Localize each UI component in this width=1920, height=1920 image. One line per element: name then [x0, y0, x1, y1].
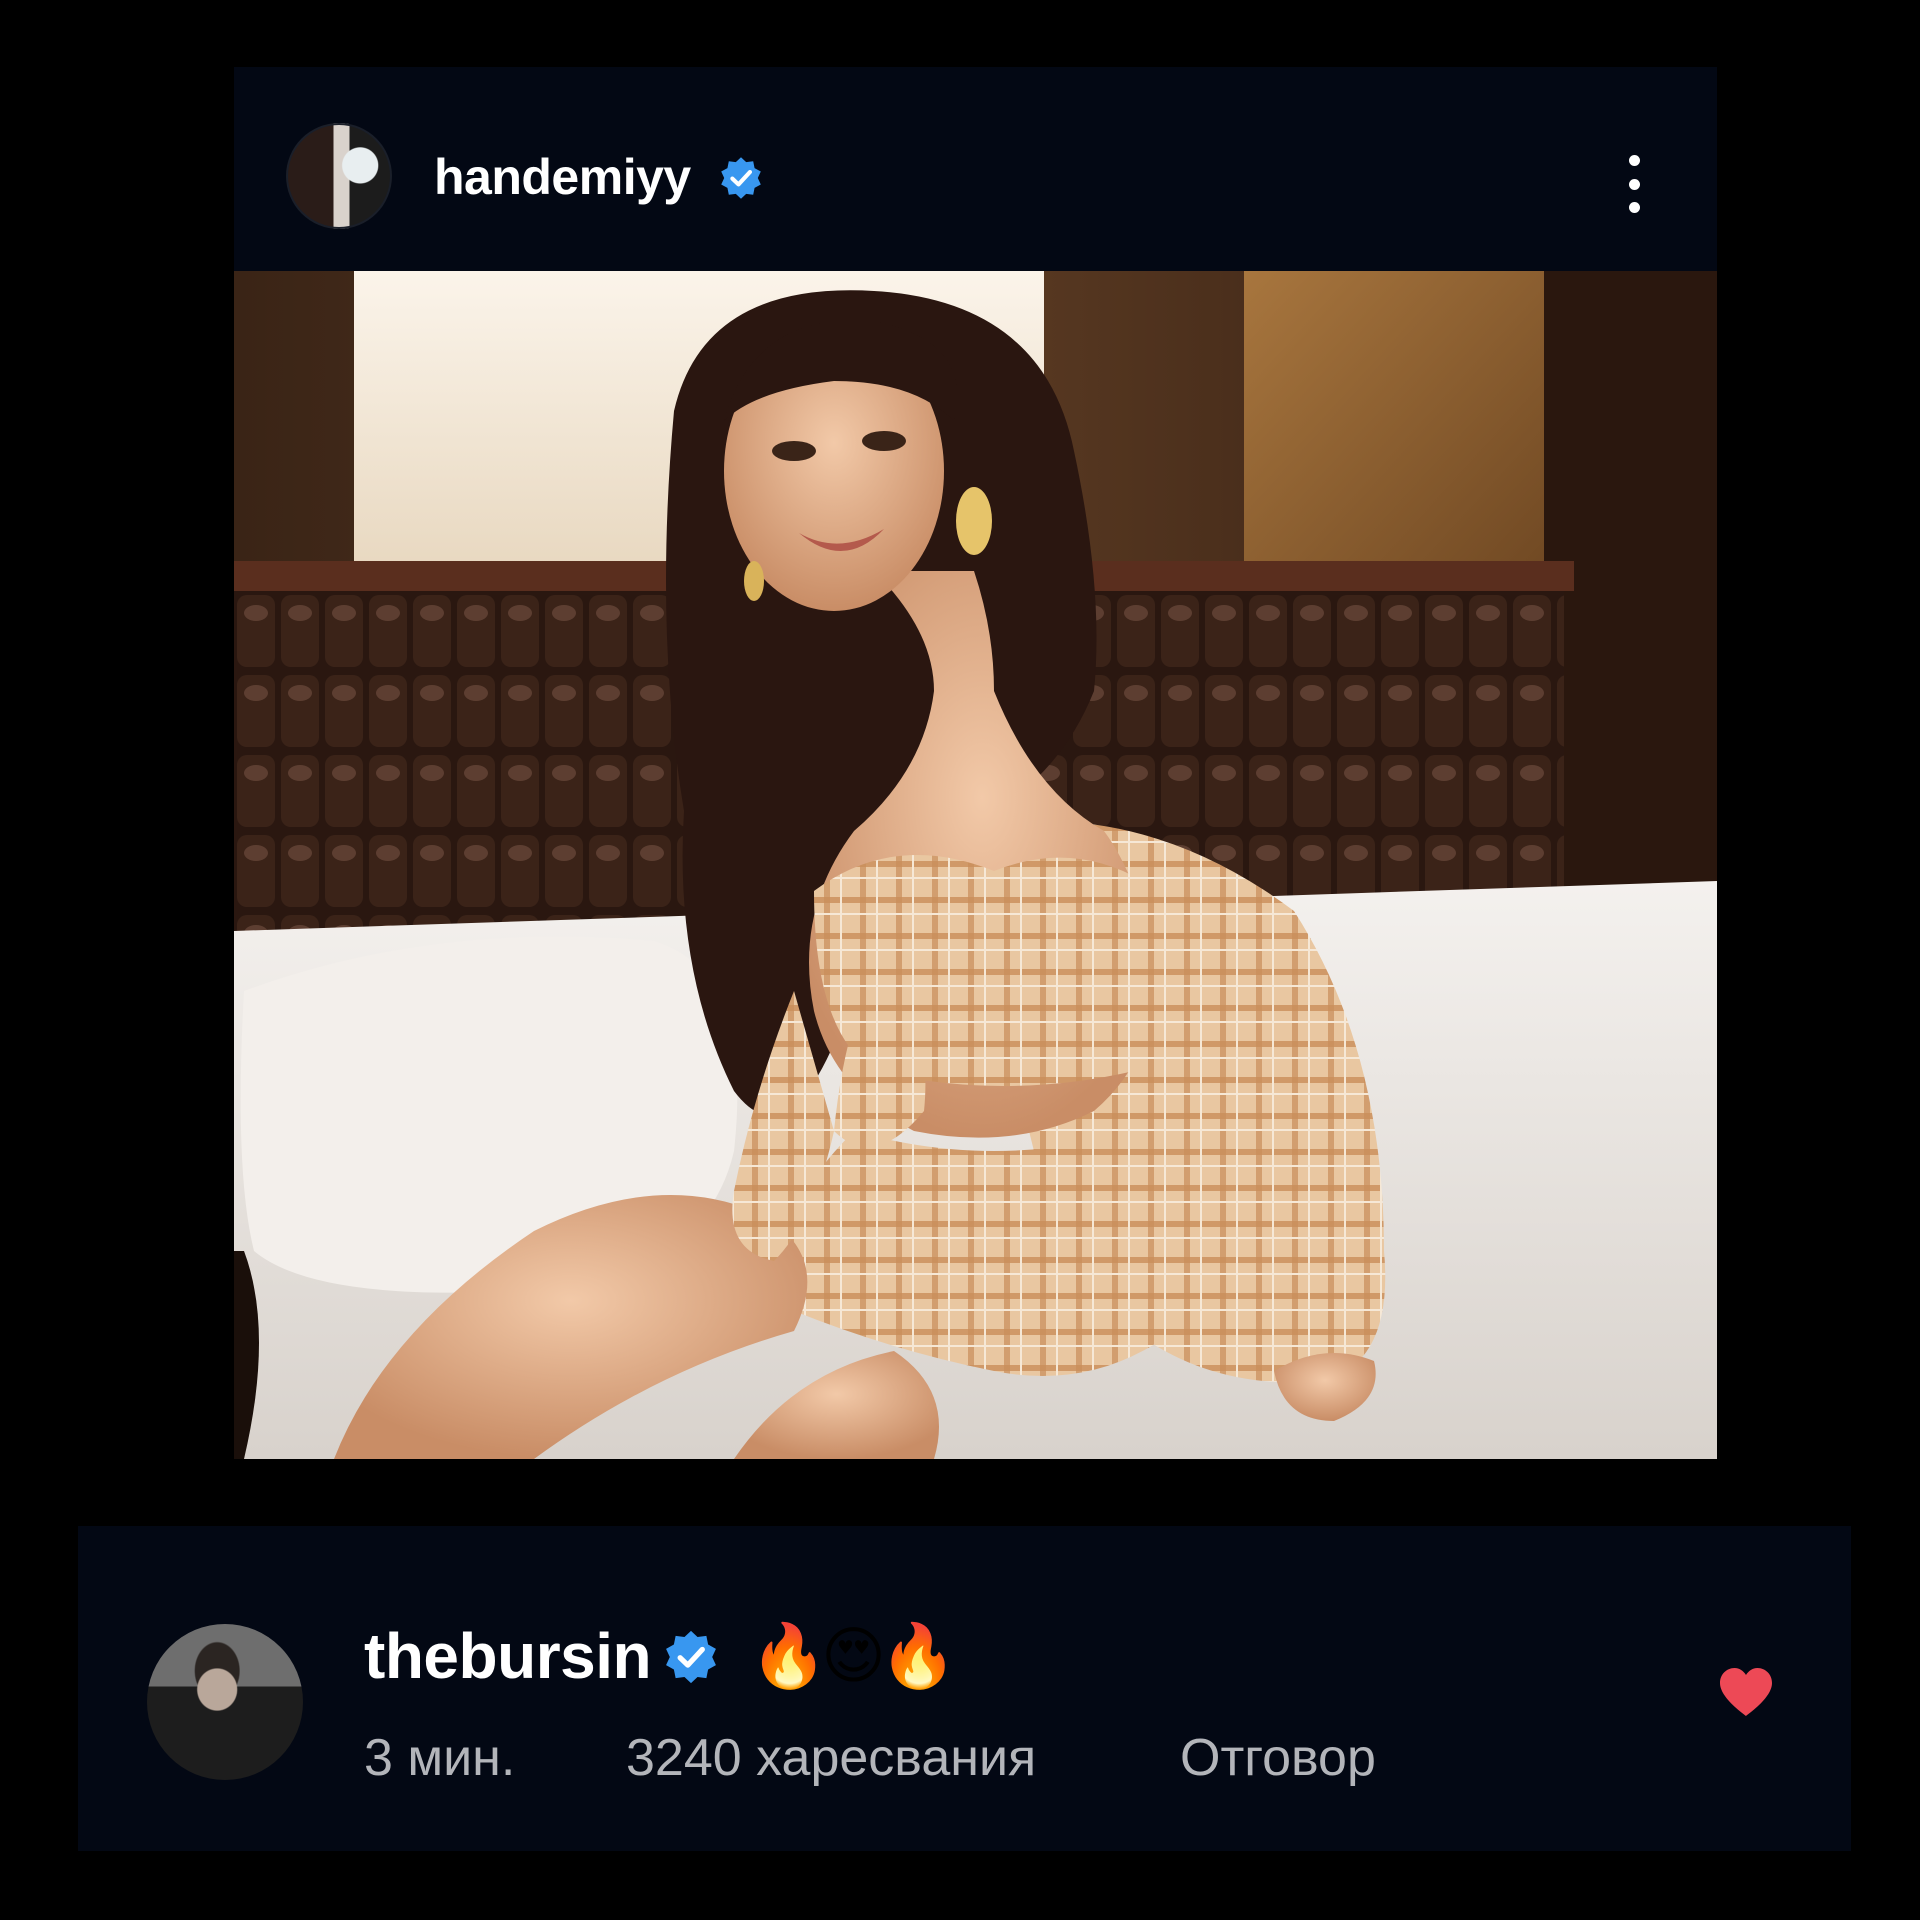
comment-like-count[interactable]: 3240 харесвания: [626, 1728, 1036, 1788]
more-options-button[interactable]: [1614, 149, 1654, 219]
comment-timestamp: 3 мин.: [364, 1729, 516, 1787]
reply-button[interactable]: Отговор: [1180, 1728, 1376, 1788]
post-author-username[interactable]: handemiyy: [434, 149, 691, 205]
comment-text: 🔥😍🔥: [750, 1619, 957, 1692]
post-photo-illustration: [234, 271, 1717, 1459]
screen: handemiyy thebursin 🔥😍🔥 3 мин. 3240 харе…: [0, 0, 1920, 1920]
post-card: handemiyy: [234, 67, 1717, 1459]
verified-badge-icon: [721, 157, 761, 199]
post-photo[interactable]: [234, 271, 1717, 1459]
more-vertical-icon: [1628, 155, 1640, 166]
comment-card: thebursin 🔥😍🔥 3 мин. 3240 харесвания Отг…: [78, 1526, 1851, 1851]
comment-author-username[interactable]: thebursin: [364, 1620, 652, 1692]
verified-badge-icon: [666, 1630, 716, 1684]
post-author-avatar[interactable]: [286, 123, 392, 229]
heart-icon[interactable]: [1718, 1666, 1774, 1718]
comment-author-avatar[interactable]: [147, 1624, 303, 1780]
post-header: handemiyy: [234, 67, 1717, 271]
